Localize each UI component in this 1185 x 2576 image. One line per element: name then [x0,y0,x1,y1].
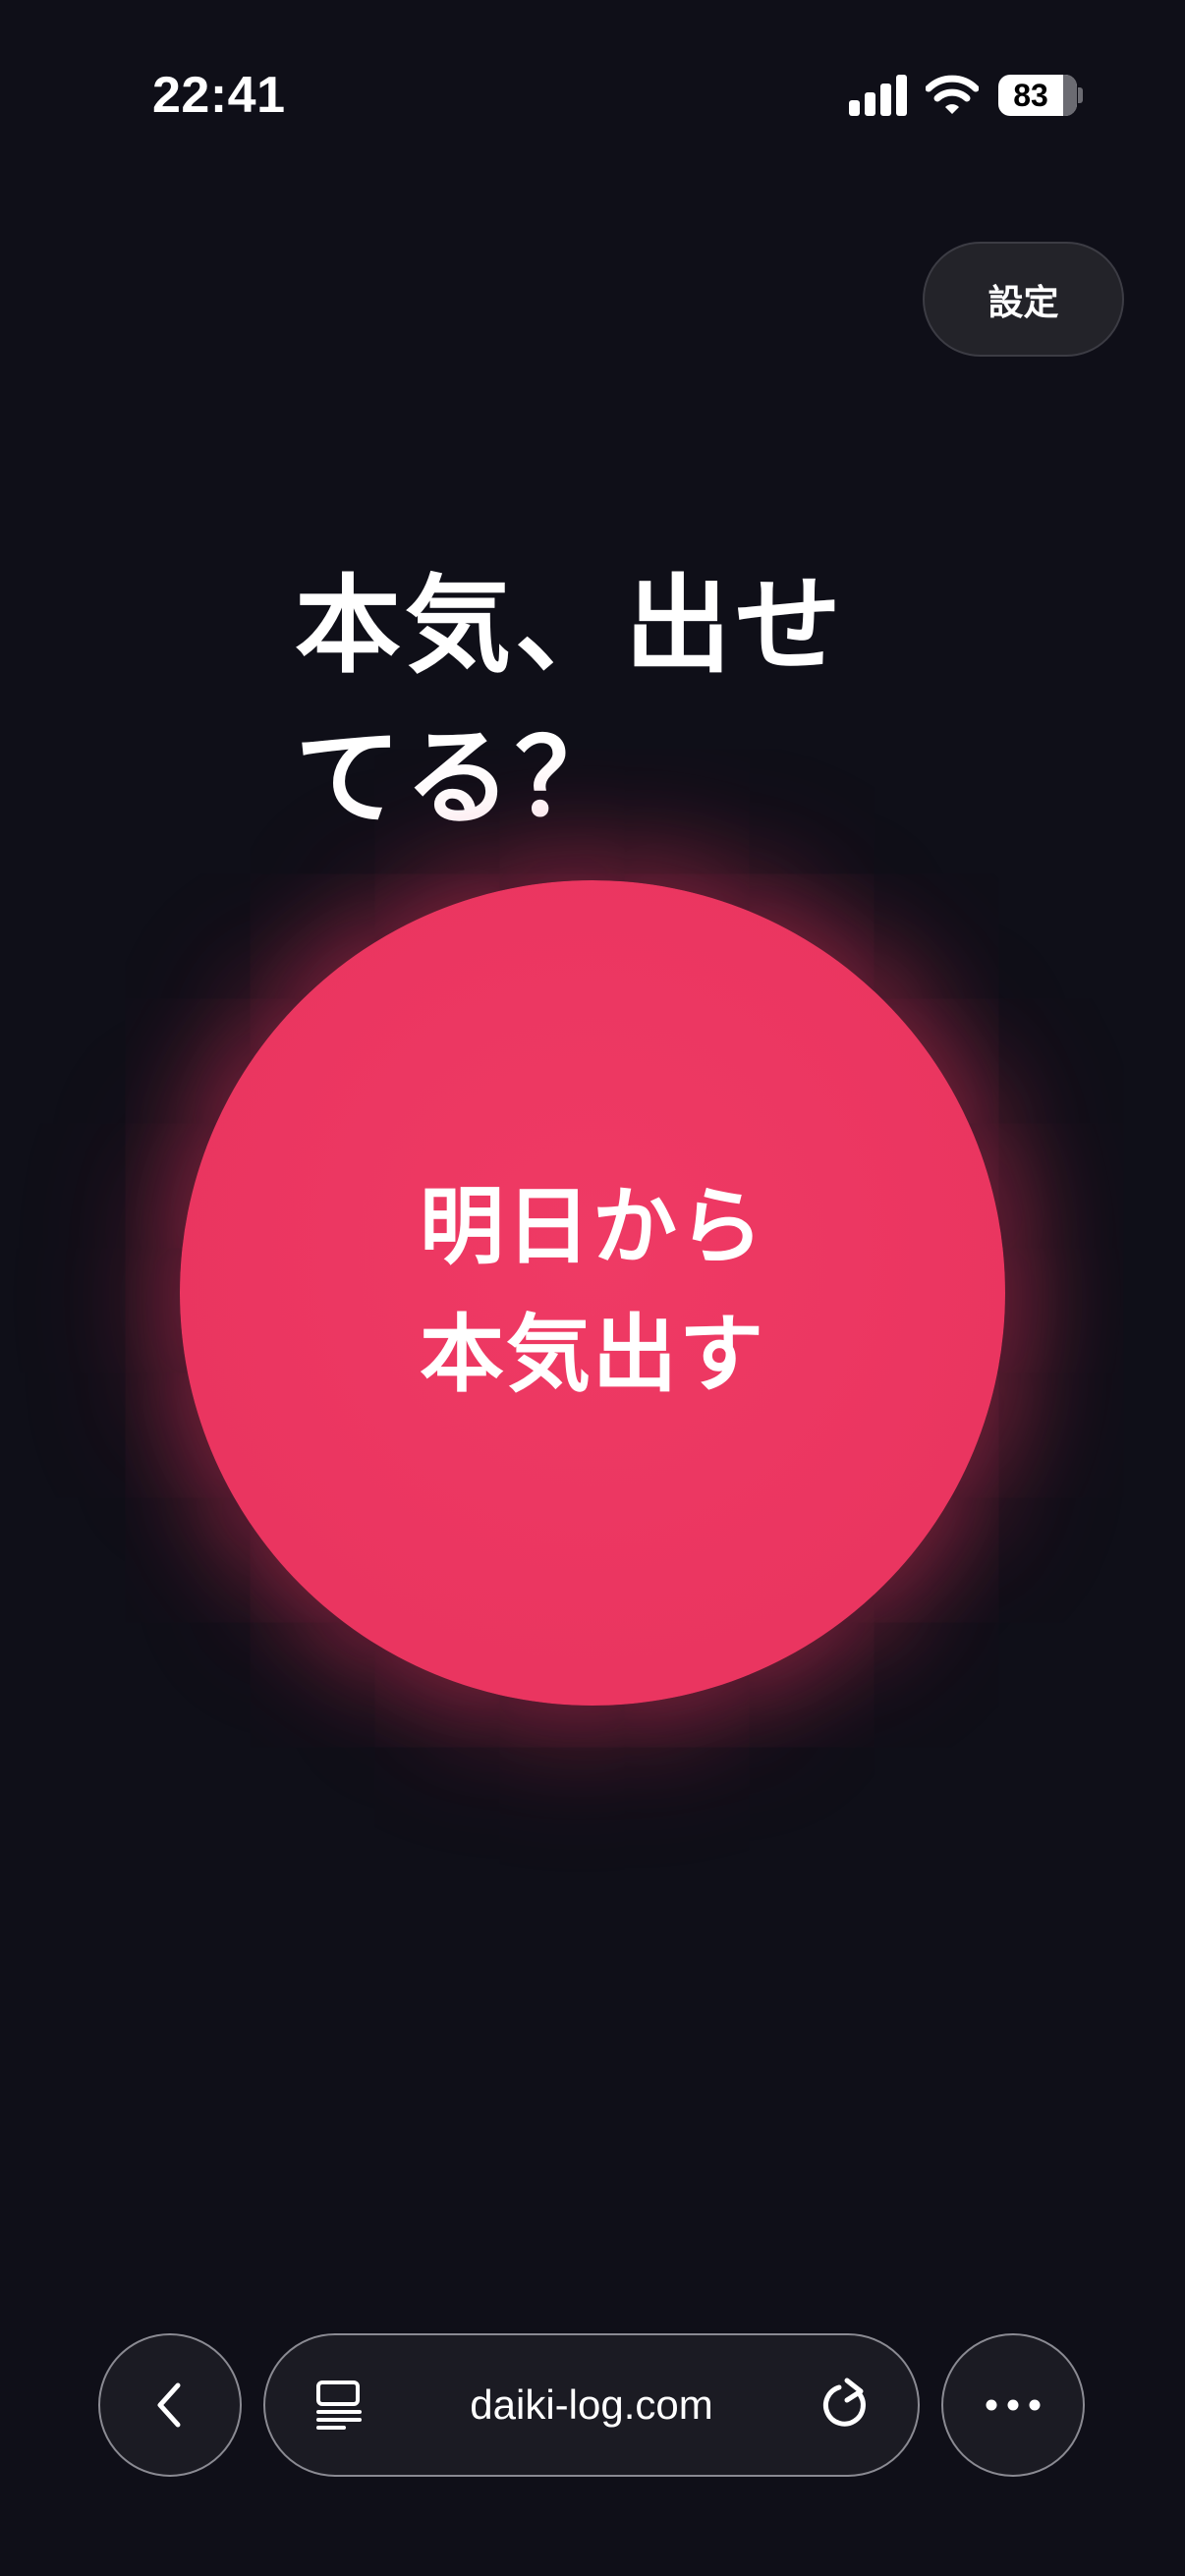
battery-level: 83 [1013,78,1048,113]
battery-cap [1078,87,1083,103]
more-icon [986,2399,1041,2411]
status-time: 22:41 [152,67,286,124]
wifi-icon [926,75,979,114]
procrastinate-button[interactable]: 明日から 本気出す [180,880,1005,1706]
settings-button[interactable]: 設定 [923,242,1124,357]
battery-icon: 83 [998,75,1077,116]
reload-icon[interactable] [818,2378,873,2433]
cellular-signal-icon [849,75,908,116]
chevron-left-icon [157,2382,181,2428]
more-button[interactable] [941,2333,1085,2477]
back-button[interactable] [98,2333,242,2477]
procrastinate-button-label: 明日から 本気出す [420,1178,765,1404]
status-bar: 22:41 83 [0,0,1185,196]
browser-toolbar: daiki-log.com [0,2319,1185,2486]
page-headline: 本気、出せ てる？ [295,565,846,840]
url-bar[interactable]: daiki-log.com [263,2333,920,2477]
